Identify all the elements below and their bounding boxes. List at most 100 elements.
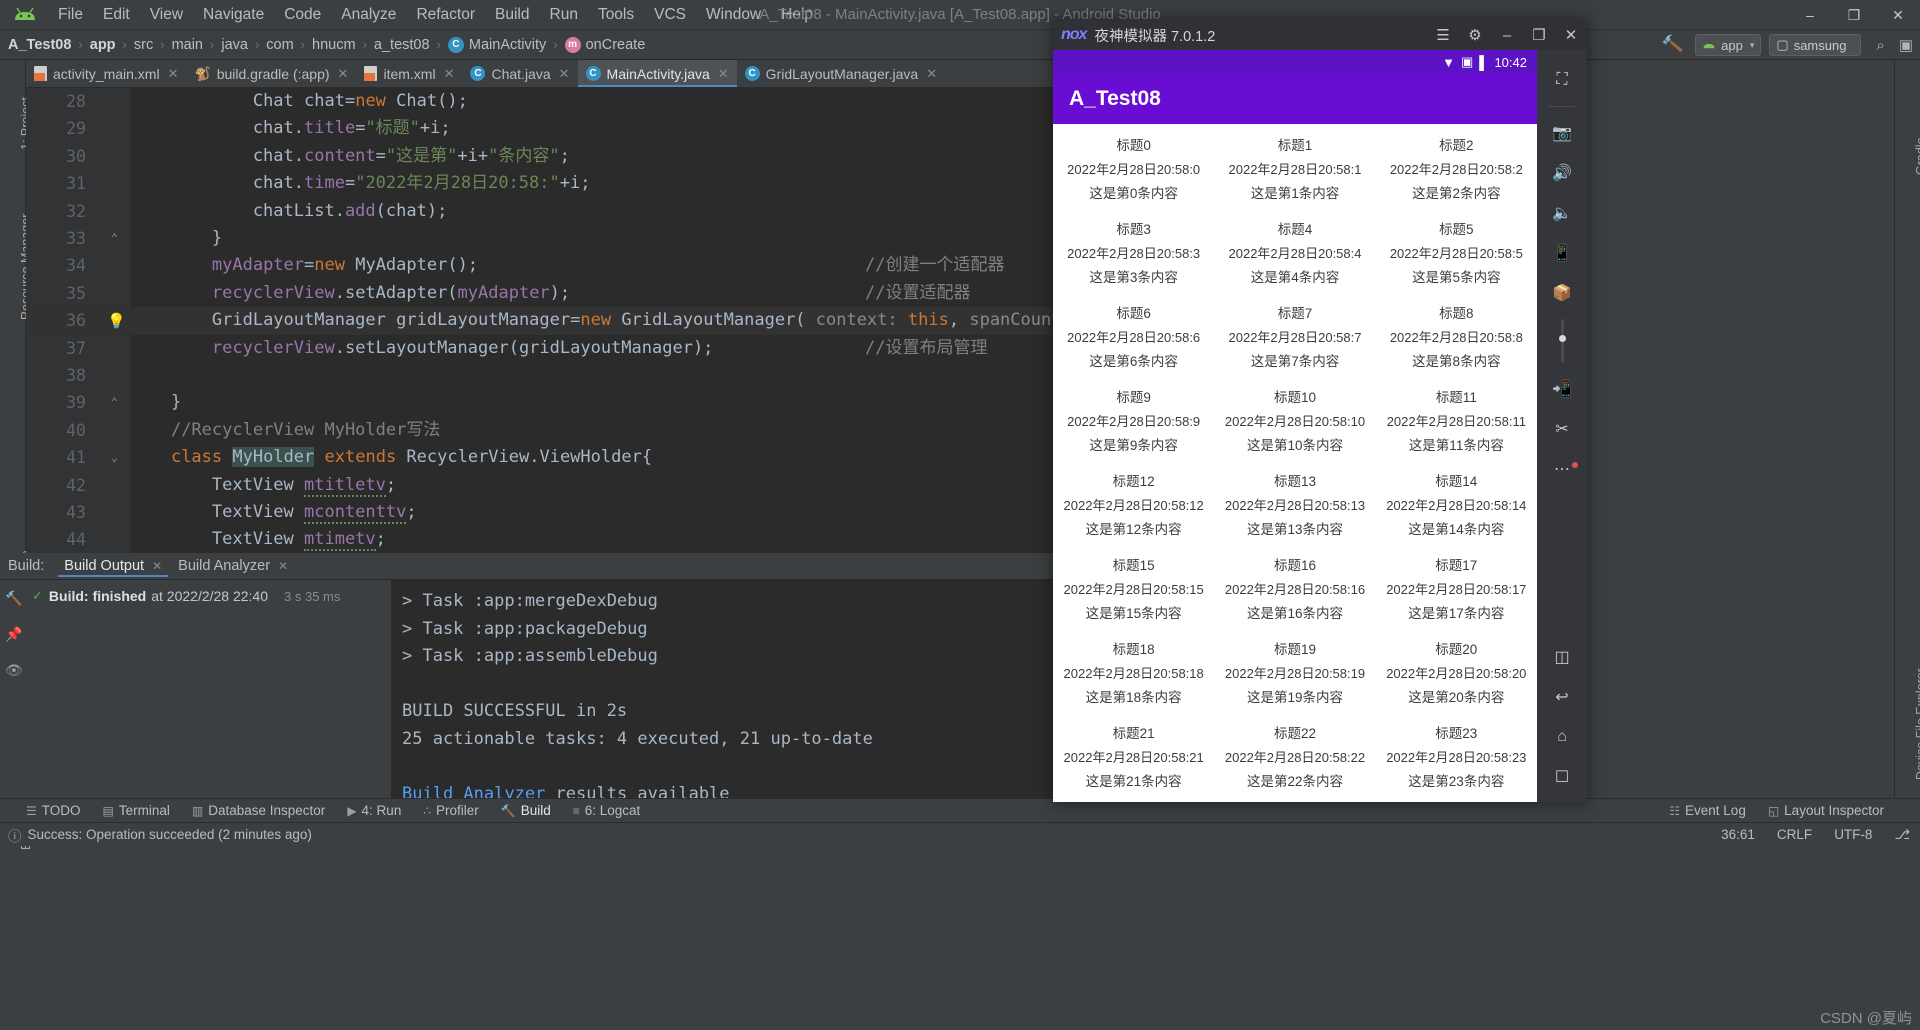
code-line[interactable]: TextView mtimetv; <box>130 526 1053 553</box>
pin-icon[interactable]: 📌 <box>5 626 22 643</box>
breadcrumb-item-app[interactable]: app <box>90 37 116 53</box>
grid-item[interactable]: 标题21 2022年2月28日20:58:21 这是第21条内容 <box>1053 712 1214 796</box>
emulator-title-bar[interactable]: nox 夜神模拟器 7.0.1.2 ☰ ⚙ – ❐ ✕ <box>1053 20 1587 50</box>
breadcrumb-item-oncreate[interactable]: m onCreate <box>564 36 645 53</box>
sidebar-item-gradle[interactable]: Gradle <box>1914 137 1920 175</box>
close-icon[interactable]: ✕ <box>444 66 455 82</box>
line-separator[interactable]: CRLF <box>1777 827 1812 842</box>
build-tab-build-analyzer[interactable]: Build Analyzer ✕ <box>172 555 294 577</box>
editor-gutter[interactable]: 28 29 30 31 32 33 ⌃ 34 35 36 💡 37 38 39 ⌃ 40 41 ⌄ 42 43 44 <box>26 88 130 553</box>
code-line[interactable]: chat.title="标题"+i; <box>130 115 1053 142</box>
emulator-close-button[interactable]: ✕ <box>1555 20 1587 50</box>
close-icon[interactable]: ✕ <box>278 559 288 573</box>
code-line[interactable]: Chat chat=new Chat(); <box>130 88 1053 115</box>
breadcrumb-item-a_test08[interactable]: a_test08 <box>374 37 430 53</box>
code-editor[interactable]: 28 29 30 31 32 33 ⌃ 34 35 36 💡 37 38 39 ⌃ 40 41 ⌄ 42 43 44 C… <box>26 88 1053 553</box>
bottom-tool-event-log[interactable]: ☷ Event Log <box>1669 803 1746 818</box>
breadcrumb-item-src[interactable]: src <box>134 37 153 53</box>
breadcrumb-item-main[interactable]: main <box>172 37 203 53</box>
close-icon[interactable]: ✕ <box>559 66 570 82</box>
grid-item[interactable]: 标题14 2022年2月28日20:58:14 这是第14条内容 <box>1376 460 1537 544</box>
grid-item[interactable]: 标题1 2022年2月28日20:58:1 这是第1条内容 <box>1214 124 1375 208</box>
encoding[interactable]: UTF-8 <box>1834 827 1872 842</box>
device-combo[interactable]: ▢ samsung <box>1769 34 1862 56</box>
menu-item-navigate[interactable]: Navigate <box>193 3 274 27</box>
code-line[interactable]: chat.time="2022年2月28日20:58:"+i; <box>130 170 1053 197</box>
screenshot-icon[interactable]: 📷 <box>1552 122 1572 144</box>
emulator-menu-button[interactable]: ☰ <box>1427 20 1459 50</box>
code-line[interactable]: recyclerView.setLayoutManager(gridLayout… <box>130 335 1053 362</box>
menu-item-vcs[interactable]: VCS <box>644 3 696 27</box>
build-console[interactable]: > Task :app:mergeDexDebug > Task :app:pac… <box>392 580 1053 798</box>
emulator-screen[interactable]: ▼ ▣ ▌ 10:42 A_Test08 标题0 2022年2月28日20:58:… <box>1053 50 1537 802</box>
emulator-minimize-button[interactable]: – <box>1491 20 1523 50</box>
window-close-button[interactable]: ✕ <box>1876 0 1920 30</box>
hammer-icon[interactable]: 🔨 <box>1661 34 1685 57</box>
editor-tab-item-xml[interactable]: item.xml ✕ <box>356 60 462 87</box>
code-line[interactable] <box>130 362 1053 389</box>
close-icon[interactable]: ✕ <box>152 559 162 573</box>
multi-instance-icon[interactable]: ◫ <box>1554 646 1569 668</box>
close-icon[interactable]: ✕ <box>718 66 729 82</box>
editor-tab-chat-java[interactable]: C Chat.java ✕ <box>462 60 577 87</box>
build-summary-row[interactable]: ✓ Build: finished at 2022/2/28 22:40 3 s… <box>26 580 391 612</box>
grid-item[interactable]: 标题5 2022年2月28日20:58:5 这是第5条内容 <box>1376 208 1537 292</box>
grid-item[interactable]: 标题12 2022年2月28日20:58:12 这是第12条内容 <box>1053 460 1214 544</box>
grid-item[interactable]: 标题23 2022年2月28日20:58:23 这是第23条内容 <box>1376 712 1537 796</box>
menu-item-help[interactable]: Help <box>771 3 823 27</box>
fullscreen-icon[interactable]: ⛶ <box>1556 69 1567 91</box>
home-icon[interactable]: ⌂ <box>1557 726 1567 748</box>
code-line[interactable]: GridLayoutManager gridLayoutManager=new … <box>26 307 1053 335</box>
search-icon[interactable]: ⌕ <box>1876 37 1884 54</box>
grid-item[interactable]: 标题10 2022年2月28日20:58:10 这是第10条内容 <box>1214 376 1375 460</box>
bottom-tool-terminal[interactable]: ▤ Terminal <box>103 803 170 818</box>
menu-item-window[interactable]: Window <box>696 3 771 27</box>
more-icon[interactable]: ⋯ <box>1554 458 1578 480</box>
volume-slider[interactable] <box>1558 319 1566 363</box>
bottom-tool-build[interactable]: 🔨 Build <box>501 803 551 818</box>
rotate-icon[interactable]: 📱 <box>1552 242 1572 264</box>
hammer-icon[interactable]: 🔨 <box>5 590 22 607</box>
editor-tab-mainactivity-java[interactable]: C MainActivity.java ✕ <box>577 60 737 87</box>
code-line[interactable]: } <box>130 225 1053 252</box>
lock-icon[interactable]: ⎇ <box>1894 827 1910 843</box>
grid-item[interactable]: 标题13 2022年2月28日20:58:13 这是第13条内容 <box>1214 460 1375 544</box>
grid-item[interactable]: 标题17 2022年2月28日20:58:17 这是第17条内容 <box>1376 544 1537 628</box>
code-fold-icon[interactable]: ⌃ <box>111 231 118 245</box>
menu-item-run[interactable]: Run <box>540 3 588 27</box>
recycler-view-grid[interactable]: 标题0 2022年2月28日20:58:0 这是第0条内容 标题1 2022年2月28日… <box>1053 124 1537 802</box>
code-line[interactable]: TextView mcontenttv; <box>130 499 1053 526</box>
recents-icon[interactable]: ☐ <box>1555 766 1569 788</box>
editor-tab-build-gradle-app-[interactable]: 🐒 build.gradle (:app) ✕ <box>187 60 357 87</box>
grid-item[interactable]: 标题7 2022年2月28日20:58:7 这是第7条内容 <box>1214 292 1375 376</box>
grid-item[interactable]: 标题20 2022年2月28日20:58:20 这是第20条内容 <box>1376 628 1537 712</box>
shake-icon[interactable]: 📲 <box>1552 378 1572 400</box>
grid-item[interactable]: 标题18 2022年2月28日20:58:18 这是第18条内容 <box>1053 628 1214 712</box>
grid-item[interactable]: 标题22 2022年2月28日20:58:22 这是第22条内容 <box>1214 712 1375 796</box>
menu-item-analyze[interactable]: Analyze <box>331 3 406 27</box>
grid-item[interactable]: 标题6 2022年2月28日20:58:6 这是第6条内容 <box>1053 292 1214 376</box>
sidebar-item-device-file-explorer[interactable]: Device File Explorer <box>1914 668 1920 780</box>
bottom-tool-6-logcat[interactable]: ≡ 6: Logcat <box>573 803 641 818</box>
breadcrumb-item-hnucm[interactable]: hnucm <box>312 37 356 53</box>
intention-bulb-icon[interactable]: 💡 <box>107 312 126 330</box>
code-line[interactable]: chat.content="这是第"+i+"条内容"; <box>130 143 1053 170</box>
menu-item-edit[interactable]: Edit <box>93 3 140 27</box>
window-maximize-button[interactable]: ❐ <box>1832 0 1876 30</box>
breadcrumb-item-a_test08[interactable]: A_Test08 <box>8 37 71 53</box>
grid-item[interactable]: 标题9 2022年2月28日20:58:9 这是第9条内容 <box>1053 376 1214 460</box>
close-icon[interactable]: ✕ <box>926 66 937 82</box>
grid-item[interactable]: 标题11 2022年2月28日20:58:11 这是第11条内容 <box>1376 376 1537 460</box>
menu-item-refactor[interactable]: Refactor <box>406 3 485 27</box>
code-line[interactable]: TextView mtitletv; <box>130 472 1053 499</box>
close-icon[interactable]: ✕ <box>168 66 179 82</box>
emulator-maximize-button[interactable]: ❐ <box>1523 20 1555 50</box>
code-fold-icon[interactable]: ⌄ <box>111 450 118 464</box>
bottom-tool-todo[interactable]: ☰ TODO <box>26 803 81 818</box>
bottom-tool-database-inspector[interactable]: ▥ Database Inspector <box>192 803 325 818</box>
grid-item[interactable]: 标题19 2022年2月28日20:58:19 这是第19条内容 <box>1214 628 1375 712</box>
menu-item-build[interactable]: Build <box>485 3 539 27</box>
close-icon[interactable]: ✕ <box>338 66 349 82</box>
grid-item[interactable]: 标题0 2022年2月28日20:58:0 这是第0条内容 <box>1053 124 1214 208</box>
code-area[interactable]: Chat chat=new Chat(); chat.title="标题"+i;… <box>26 88 1053 553</box>
